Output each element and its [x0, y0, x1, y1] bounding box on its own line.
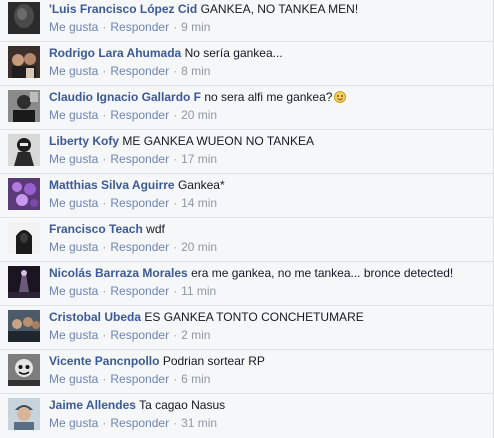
comment-time[interactable]: 2 min: [181, 328, 210, 342]
like-link[interactable]: Me gusta: [49, 328, 98, 342]
comment-item: Claudio Ignacio Gallardo F no sera alfi …: [0, 85, 493, 129]
like-link[interactable]: Me gusta: [49, 416, 98, 430]
comment-item: Nicolás Barraza Morales era me gankea, n…: [0, 261, 493, 305]
like-link[interactable]: Me gusta: [49, 108, 98, 122]
comment-author[interactable]: Vicente Pancnpollo: [49, 354, 159, 368]
avatar[interactable]: [8, 178, 40, 210]
like-link[interactable]: Me gusta: [49, 20, 98, 34]
reply-link[interactable]: Responder: [110, 196, 169, 210]
comment-separator: [0, 217, 493, 218]
avatar[interactable]: [8, 2, 40, 34]
avatar[interactable]: [8, 266, 40, 298]
like-link[interactable]: Me gusta: [49, 372, 98, 386]
avatar[interactable]: [8, 134, 40, 166]
comment-item: Liberty Kofy ME GANKEA WUEON NO TANKEA M…: [0, 129, 493, 173]
comment-time[interactable]: 17 min: [181, 152, 217, 166]
comment-time[interactable]: 6 min: [181, 372, 210, 386]
reply-link[interactable]: Responder: [110, 108, 169, 122]
comment-time[interactable]: 8 min: [181, 64, 210, 78]
comment-item: Francisco Teach wdf Me gusta · Responder · 2…: [0, 217, 493, 261]
comment-item: Jaime Allendes Ta cagao Nasus Me gusta · R…: [0, 393, 493, 437]
comment-time[interactable]: 20 min: [181, 240, 217, 254]
comment-time[interactable]: 11 min: [181, 284, 216, 298]
comment-text: Podrian sortear RP: [162, 354, 265, 368]
comment-time[interactable]: 31 min: [181, 416, 217, 430]
like-link[interactable]: Me gusta: [49, 64, 98, 78]
comment-item: Vicente Pancnpollo Podrian sortear RP Me…: [0, 349, 493, 393]
comment-author[interactable]: Nicolás Barraza Morales: [49, 266, 188, 280]
comment-author[interactable]: Claudio Ignacio Gallardo F: [49, 90, 201, 104]
comment-item: 'Luis Francisco López Cid GANKEA, NO TAN…: [0, 0, 493, 41]
comment-text: ES GANKEA TONTO CONCHETUMARE: [144, 310, 364, 324]
comment-text: No sería gankea...: [184, 46, 283, 60]
reply-link[interactable]: Responder: [110, 240, 169, 254]
reply-link[interactable]: Responder: [110, 372, 169, 386]
comment-item: Rodrigo Lara Ahumada No sería gankea... …: [0, 41, 493, 85]
avatar[interactable]: [8, 354, 40, 386]
comment-separator: [0, 129, 493, 130]
like-link[interactable]: Me gusta: [49, 152, 98, 166]
reply-link[interactable]: Responder: [110, 416, 169, 430]
reply-link[interactable]: Responder: [110, 64, 169, 78]
comment-time[interactable]: 14 min: [181, 196, 217, 210]
comment-author[interactable]: Francisco Teach: [49, 222, 143, 236]
reply-link[interactable]: Responder: [110, 328, 169, 342]
reply-link[interactable]: Responder: [110, 20, 169, 34]
comment-separator: [0, 85, 493, 86]
comment-separator: [0, 349, 493, 350]
comment-text: ME GANKEA WUEON NO TANKEA: [122, 134, 314, 148]
comment-time[interactable]: 20 min: [181, 108, 217, 122]
comment-author[interactable]: Cristobal Ubeda: [49, 310, 141, 324]
comment-author[interactable]: 'Luis Francisco López Cid: [49, 2, 197, 16]
avatar[interactable]: [8, 46, 40, 78]
comment-separator: [0, 173, 493, 174]
reply-link[interactable]: Responder: [110, 284, 169, 298]
comment-text: Gankea*: [177, 178, 225, 192]
avatar[interactable]: [8, 222, 40, 254]
comment-author[interactable]: Rodrigo Lara Ahumada: [49, 46, 181, 60]
comment-separator: [0, 305, 493, 306]
comment-separator: [0, 41, 493, 42]
comment-separator: [0, 261, 493, 262]
comment-text: no sera alfi me gankea?: [204, 90, 333, 104]
comment-text: GANKEA, NO TANKEA MEN!: [200, 2, 359, 16]
like-link[interactable]: Me gusta: [49, 240, 98, 254]
comment-item: Matthias Silva Aguirre Gankea* Me gusta ·…: [0, 173, 493, 217]
avatar[interactable]: [8, 398, 40, 430]
comment-text: era me gankea, no me tankea... bronce de…: [191, 266, 454, 280]
tongue-face-icon: [334, 91, 347, 103]
comment-text: wdf: [146, 222, 165, 236]
comment-author[interactable]: Jaime Allendes: [49, 398, 136, 412]
comment-item: Cristobal Ubeda ES GANKEA TONTO CONCHETU…: [0, 305, 493, 349]
reply-link[interactable]: Responder: [110, 152, 169, 166]
comment-time[interactable]: 9 min: [181, 20, 210, 34]
avatar[interactable]: [8, 310, 40, 342]
avatar[interactable]: [8, 90, 40, 122]
comment-author[interactable]: Liberty Kofy: [49, 134, 119, 148]
comment-text: Ta cagao Nasus: [139, 398, 226, 412]
like-link[interactable]: Me gusta: [49, 196, 98, 210]
like-link[interactable]: Me gusta: [49, 284, 98, 298]
comment-author[interactable]: Matthias Silva Aguirre: [49, 178, 175, 192]
comment-separator: [0, 393, 493, 394]
